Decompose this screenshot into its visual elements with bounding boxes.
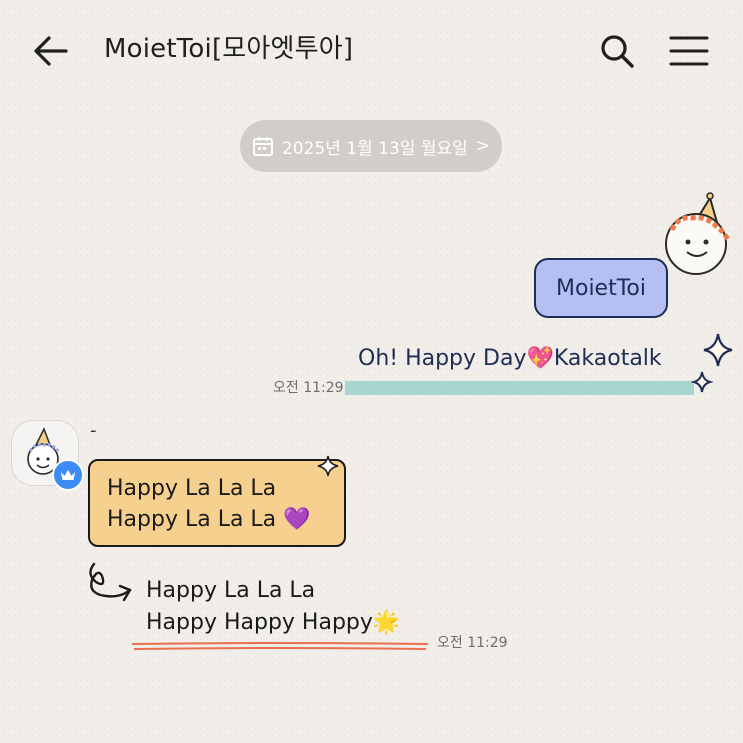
sent-timestamp: 오전 11:29	[273, 380, 344, 396]
party-hat-smiley-sticker	[665, 192, 731, 275]
received-message-bubble[interactable]: Happy La La La Happy La La La 💜	[88, 459, 346, 547]
menu-button[interactable]	[664, 30, 714, 72]
sparkle-icon	[317, 455, 339, 477]
calendar-icon	[252, 137, 273, 156]
received-text-line: Happy La La La	[146, 578, 316, 603]
chevron-right-icon: >	[475, 136, 490, 156]
sent-highlight-stroke	[345, 381, 694, 395]
sender-name: -	[90, 420, 97, 441]
back-button[interactable]	[30, 30, 72, 72]
sparkle-icon	[690, 333, 733, 393]
search-button[interactable]	[596, 30, 638, 72]
arrow-left-icon	[34, 36, 68, 66]
chat-title: MoietToi[모아엣투아]	[104, 34, 354, 64]
crown-badge	[52, 459, 84, 491]
received-underline-stroke	[131, 642, 429, 650]
crown-icon	[61, 470, 75, 480]
hamburger-menu-icon	[669, 36, 709, 66]
curly-arrow-icon	[89, 562, 132, 602]
date-divider[interactable]: 2025년 1월 13일 월요일 >	[240, 120, 502, 172]
search-icon	[601, 35, 634, 68]
received-text-line: Happy Happy Happy🌟	[146, 610, 401, 635]
received-bubble-line: Happy La La La 💜	[107, 507, 311, 532]
received-timestamp: 오전 11:29	[437, 635, 508, 651]
sent-message-bubble[interactable]: MoietToi	[534, 258, 668, 318]
received-message-text[interactable]: Happy La La La Happy Happy Happy🌟	[146, 575, 400, 639]
received-bubble-line: Happy La La La	[107, 476, 277, 501]
date-label: 2025년 1월 13일 월요일	[281, 138, 468, 159]
sent-message-text[interactable]: Oh! Happy Day💖Kakaotalk	[358, 346, 662, 371]
